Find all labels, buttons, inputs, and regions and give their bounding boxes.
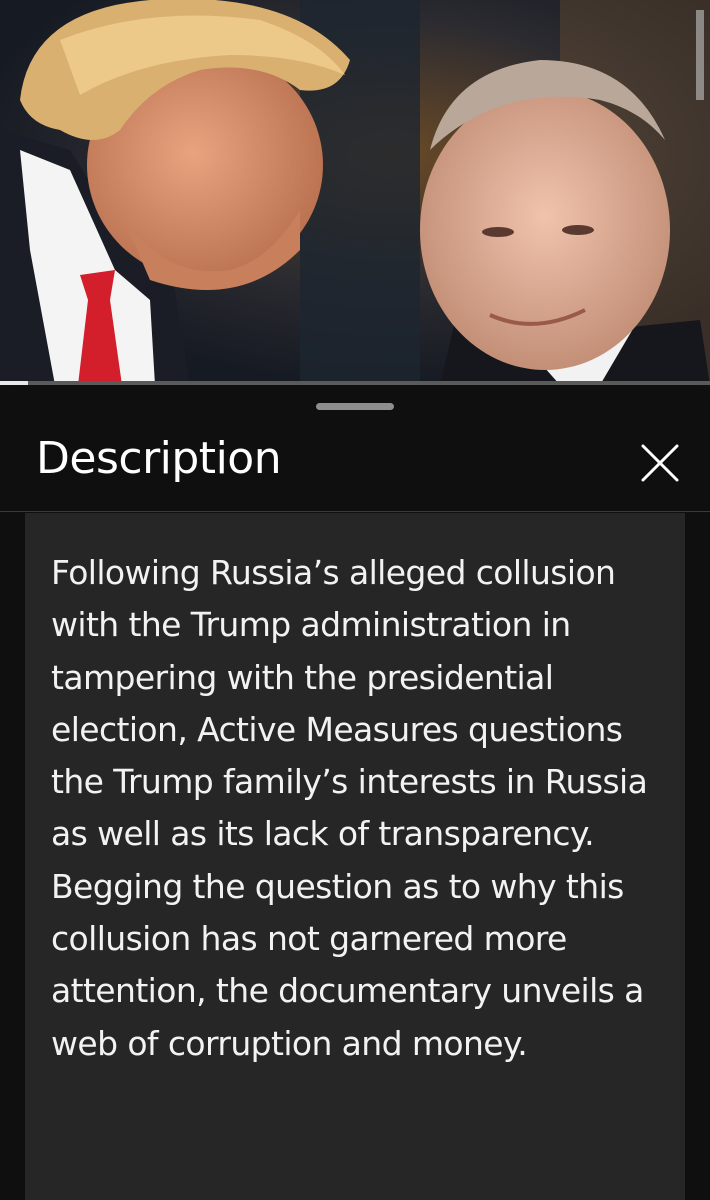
sheet-title: Description: [36, 433, 282, 484]
drag-handle[interactable]: [316, 403, 394, 410]
close-button[interactable]: [632, 435, 688, 491]
description-body: Following Russia’s alleged collusion wit…: [51, 553, 648, 1063]
app-screen: Description Following Russia’s alleged c…: [0, 0, 710, 1200]
video-thumbnail[interactable]: [0, 0, 710, 385]
close-icon: [641, 444, 679, 482]
description-sheet: Description Following Russia’s alleged c…: [0, 385, 710, 1200]
description-card: Following Russia’s alleged collusion wit…: [25, 513, 685, 1200]
sheet-header: Description: [0, 425, 710, 512]
thumbnail-image: [0, 0, 710, 385]
